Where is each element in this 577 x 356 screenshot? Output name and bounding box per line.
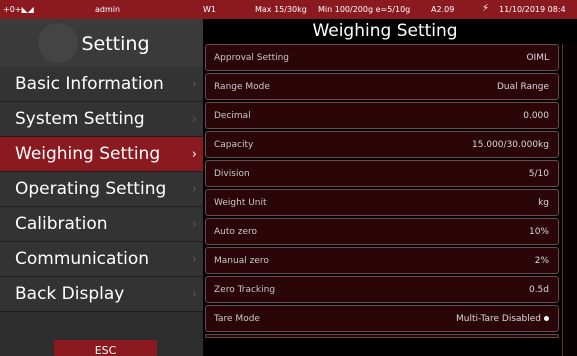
chevron-right-icon: ›	[191, 287, 197, 302]
chevron-right-icon: ›	[191, 147, 197, 162]
setting-row-decimal[interactable]: Decimal 0.000	[205, 102, 559, 129]
chevron-right-icon: ›	[191, 182, 197, 197]
menu-item-basic-information[interactable]: Basic Information ›	[0, 67, 203, 102]
setting-value: OIML	[526, 53, 549, 63]
chevron-right-icon: ›	[191, 112, 197, 127]
firmware-version: A2.09	[431, 5, 455, 14]
menu-item-label: System Setting	[15, 109, 145, 129]
menu-item-label: Back Display	[15, 284, 125, 304]
setting-row-approval[interactable]: Approval Setting OIML	[205, 44, 559, 71]
setting-row-partial	[205, 334, 559, 338]
setting-label: Zero Tracking	[214, 285, 276, 295]
chevron-right-icon: ›	[191, 217, 197, 232]
setting-value: Dual Range	[496, 82, 549, 92]
menu-item-label: Calibration	[15, 214, 108, 234]
setting-label: Auto zero	[214, 227, 258, 237]
scale-id: W1	[203, 5, 216, 14]
setting-value: Multi-Tare Disabled	[456, 314, 541, 324]
menu-item-calibration[interactable]: Calibration ›	[0, 207, 203, 242]
chevron-right-icon: ›	[191, 77, 197, 92]
page-title: Weighing Setting	[312, 21, 458, 41]
setting-row-range-mode[interactable]: Range Mode Dual Range	[205, 73, 559, 100]
setting-row-zero-tracking[interactable]: Zero Tracking 0.5d	[205, 276, 559, 303]
setting-label: Manual zero	[214, 256, 269, 266]
setting-label: Range Mode	[214, 82, 270, 92]
chevron-right-icon: ›	[191, 252, 197, 267]
menu-item-label: Operating Setting	[15, 179, 167, 199]
setting-label: Approval Setting	[214, 53, 290, 63]
setting-value: 0.5d	[528, 285, 549, 295]
settings-list: Approval Setting OIML Range Mode Dual Ra…	[205, 44, 559, 340]
setting-row-tare-mode[interactable]: Tare Mode Multi-Tare Disabled	[205, 305, 559, 332]
setting-label: Weight Unit	[214, 198, 267, 208]
scrollbar[interactable]	[562, 44, 577, 356]
setting-row-weight-unit[interactable]: Weight Unit kg	[205, 189, 559, 216]
menu-item-label: Weighing Setting	[15, 144, 161, 164]
setting-value: kg	[538, 198, 549, 208]
max-capacity: Max 15/30kg	[255, 5, 307, 14]
menu-item-back-display[interactable]: Back Display ›	[0, 277, 203, 312]
min-capacity: Min 100/200g e=5/10g	[318, 5, 411, 14]
date-time: 11/10/2019 08:4	[499, 5, 566, 14]
setting-label: Decimal	[214, 111, 251, 121]
setting-value: 0.000	[523, 111, 549, 121]
setting-value: 10%	[528, 227, 549, 237]
radio-dot-icon	[544, 316, 549, 321]
connection-icons: +0+◣◢	[3, 5, 34, 14]
sidebar-title: Setting	[81, 33, 150, 55]
setting-value: 2%	[534, 256, 549, 266]
menu-item-label: Basic Information	[15, 74, 164, 94]
setting-label: Division	[214, 169, 250, 179]
setting-label: Tare Mode	[214, 314, 260, 324]
setting-label: Capacity	[214, 140, 254, 150]
menu-item-label: Communication	[15, 249, 149, 269]
menu-item-weighing-setting[interactable]: Weighing Setting ›	[0, 137, 203, 172]
setting-value: 5/10	[528, 169, 549, 179]
sidebar-header: Setting	[0, 19, 203, 67]
user-name: admin	[95, 5, 121, 14]
sidebar: Setting Basic Information › System Setti…	[0, 19, 203, 356]
setting-row-manual-zero[interactable]: Manual zero 2%	[205, 247, 559, 274]
menu-item-system-setting[interactable]: System Setting ›	[0, 102, 203, 137]
menu-item-communication[interactable]: Communication ›	[0, 242, 203, 277]
setting-row-capacity[interactable]: Capacity 15.000/30.000kg	[205, 131, 559, 158]
setting-value: 15.000/30.000kg	[472, 140, 549, 150]
esc-button[interactable]: ESC	[54, 340, 157, 356]
setting-row-auto-zero[interactable]: Auto zero 10%	[205, 218, 559, 245]
setting-row-division[interactable]: Division 5/10	[205, 160, 559, 187]
weighing-setting-panel: Weighing Setting Approval Setting OIML R…	[203, 19, 577, 356]
lightning-icon: ⚡	[482, 3, 490, 14]
status-bar: +0+◣◢ admin W1 Max 15/30kg Min 100/200g …	[0, 0, 577, 19]
settings-menu: Basic Information › System Setting › Wei…	[0, 67, 203, 312]
menu-item-operating-setting[interactable]: Operating Setting ›	[0, 172, 203, 207]
